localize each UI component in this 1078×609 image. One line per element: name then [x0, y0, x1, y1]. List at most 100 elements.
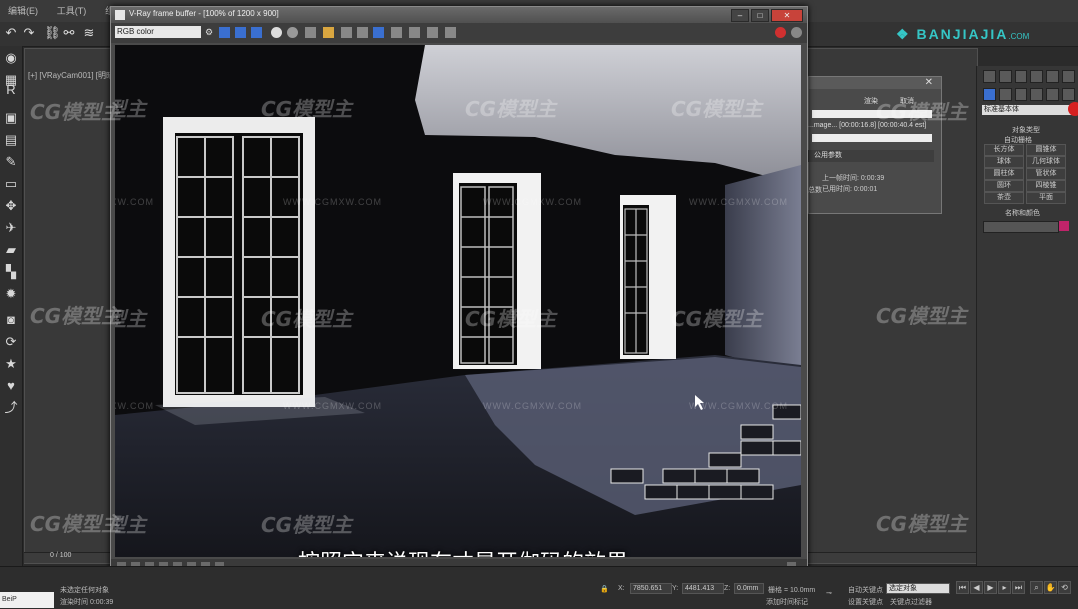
- hierarchy-tab-icon[interactable]: [1014, 70, 1028, 83]
- x-coordinate-field[interactable]: 7850.651: [630, 583, 672, 594]
- save-icon[interactable]: ⚙: [205, 27, 216, 38]
- refresh-icon[interactable]: ⟳: [3, 334, 19, 350]
- grid-icon[interactable]: ▚: [3, 264, 19, 280]
- blue-channel-icon[interactable]: [251, 27, 262, 38]
- image-icon[interactable]: ▣: [3, 110, 19, 126]
- create-tab-icon[interactable]: [983, 70, 996, 83]
- share-icon[interactable]: ⤴: [3, 400, 19, 416]
- watermark-logo: CG模型主: [671, 307, 763, 331]
- heart-icon[interactable]: ♥: [3, 378, 19, 394]
- plane-icon[interactable]: ✈: [3, 220, 19, 236]
- menu-edit[interactable]: 编辑(E): [0, 0, 46, 21]
- clear-image-icon[interactable]: [341, 27, 352, 38]
- set-key-button[interactable]: 设置关键点: [848, 597, 883, 607]
- auto-key-button[interactable]: 自动关键点: [848, 585, 883, 595]
- undo-icon[interactable]: ↶: [4, 26, 18, 40]
- command-panel-tabs: [983, 70, 1075, 84]
- modify-tab-icon[interactable]: [998, 70, 1012, 83]
- render-time-status: 渲染时间 0:00:39: [60, 599, 114, 606]
- menu-tools[interactable]: 工具(T): [49, 0, 95, 21]
- stereo-icon[interactable]: [445, 27, 456, 38]
- cone-button[interactable]: 圆锥体: [1026, 144, 1066, 156]
- lens-effects-icon[interactable]: [427, 27, 438, 38]
- spacewarps-icon[interactable]: [1062, 88, 1075, 101]
- maximize-icon[interactable]: □: [751, 9, 769, 22]
- pyramid-button[interactable]: 四棱锥: [1026, 180, 1066, 192]
- key-icon[interactable]: ⊸: [826, 589, 832, 597]
- display-tab-icon[interactable]: [1046, 70, 1060, 83]
- close-icon[interactable]: ✕: [771, 9, 803, 22]
- goto-end-icon[interactable]: ⏭: [1012, 581, 1025, 594]
- star-icon[interactable]: ★: [3, 356, 19, 372]
- close-panel-icon[interactable]: [1068, 102, 1078, 116]
- common-params-section[interactable]: 公用参数: [808, 150, 934, 162]
- lights-icon[interactable]: [1014, 88, 1028, 101]
- layout-icon[interactable]: ▤: [3, 132, 19, 148]
- key-filters-button[interactable]: 关键点过滤器: [890, 597, 932, 607]
- render-icon[interactable]: [791, 27, 802, 38]
- name-color-rollout[interactable]: 名称和颜色: [1005, 208, 1040, 218]
- view-icon[interactable]: ◉: [3, 50, 19, 66]
- shapes-icon[interactable]: [998, 88, 1012, 101]
- stop-render-icon[interactable]: [775, 27, 786, 38]
- save-image-icon[interactable]: [305, 27, 316, 38]
- object-color-swatch[interactable]: [1059, 221, 1069, 231]
- utilities-tab-icon[interactable]: [1062, 70, 1075, 83]
- history-icon[interactable]: [391, 27, 402, 38]
- move-icon[interactable]: ✥: [3, 198, 19, 214]
- motion-tab-icon[interactable]: [1030, 70, 1044, 83]
- bind-spacewarp-icon[interactable]: ≋: [82, 26, 96, 40]
- maxscript-listener[interactable]: BeiP: [0, 592, 54, 608]
- tube-button[interactable]: 管状体: [1026, 168, 1066, 180]
- link-icon[interactable]: ⛓: [44, 26, 61, 40]
- next-frame-icon[interactable]: ▸: [998, 581, 1011, 594]
- load-image-icon[interactable]: [323, 27, 334, 38]
- display-icon[interactable]: ▭: [3, 176, 19, 192]
- cylinder-button[interactable]: 圆柱体: [984, 168, 1024, 180]
- watermark-logo: CG模型主: [30, 304, 122, 328]
- track-mouse-icon[interactable]: [357, 27, 368, 38]
- sphere-button[interactable]: 球体: [984, 156, 1024, 168]
- object-type-rollout[interactable]: 对象类型: [1012, 125, 1040, 135]
- torus-button[interactable]: 圆环: [984, 180, 1024, 192]
- orbit-icon[interactable]: ⟲: [1058, 581, 1071, 594]
- goto-start-icon[interactable]: ⏮: [956, 581, 969, 594]
- box-button[interactable]: 长方体: [984, 144, 1024, 156]
- plane-button[interactable]: 平面: [1026, 192, 1066, 204]
- selection-set-select[interactable]: 选定对象: [886, 583, 950, 594]
- zoom-icon[interactable]: ⌕: [1030, 581, 1043, 594]
- unlink-icon[interactable]: ⚯: [62, 26, 76, 40]
- minimize-icon[interactable]: –: [731, 9, 749, 22]
- r-icon[interactable]: R: [3, 82, 19, 98]
- z-coordinate-field[interactable]: 0.0mm: [734, 583, 764, 594]
- drive-icon[interactable]: ▰: [3, 242, 19, 258]
- object-name-input[interactable]: [983, 221, 1059, 233]
- helpers-icon[interactable]: [1046, 88, 1060, 101]
- camera-icon[interactable]: ◙: [3, 312, 19, 328]
- primitive-type-select[interactable]: 标准基本体: [982, 105, 1074, 115]
- region-render-icon[interactable]: [373, 27, 384, 38]
- y-coordinate-field[interactable]: 4481.413: [682, 583, 724, 594]
- lock-icon[interactable]: 🔒: [600, 585, 609, 593]
- play-icon[interactable]: ▶: [984, 581, 997, 594]
- geometry-icon[interactable]: [983, 88, 996, 101]
- rendered-image[interactable]: CG模型主 CG模型主 CG模型主 CG模型主 WWW.CGMXW.COM WW…: [115, 45, 801, 557]
- pan-icon[interactable]: ✋: [1044, 581, 1057, 594]
- compare-icon[interactable]: [409, 27, 420, 38]
- cameras-icon[interactable]: [1030, 88, 1044, 101]
- redo-icon[interactable]: ↷: [22, 26, 36, 40]
- red-channel-icon[interactable]: [219, 27, 230, 38]
- teapot-button[interactable]: 茶壶: [984, 192, 1024, 204]
- sun-icon[interactable]: ✹: [3, 286, 19, 302]
- alpha-icon[interactable]: [271, 27, 282, 38]
- green-channel-icon[interactable]: [235, 27, 246, 38]
- mono-icon[interactable]: [287, 27, 298, 38]
- prev-frame-icon[interactable]: ◀: [970, 581, 983, 594]
- edit-icon[interactable]: ✎: [3, 154, 19, 170]
- close-icon[interactable]: ✕: [925, 77, 933, 88]
- watermark-logo: CG模型主: [876, 304, 968, 328]
- left-toolbar: ◉ ▦ R ▣ ▤ ✎ ▭ ✥ ✈ ▰ ▚ ✹ ◙ ⟳ ★ ♥ ⤴: [0, 46, 23, 566]
- channel-select[interactable]: RGB color: [115, 26, 201, 38]
- geosphere-button[interactable]: 几何球体: [1026, 156, 1066, 168]
- add-time-tag[interactable]: 添加时间标记: [766, 597, 808, 607]
